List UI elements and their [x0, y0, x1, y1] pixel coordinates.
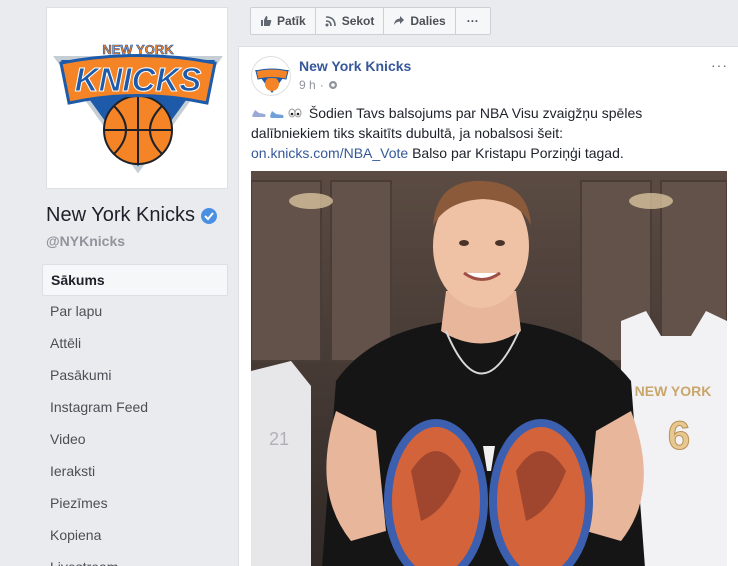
post-author-avatar[interactable] [251, 56, 291, 96]
nav-item-livestream[interactable]: Livestream [42, 552, 228, 566]
logo-top-text: NEW YORK [102, 42, 174, 57]
rss-follow-icon [325, 16, 336, 27]
thumbs-up-icon [261, 16, 272, 26]
follow-button[interactable]: Sekot [314, 7, 385, 35]
emoji-sneaker-icon [251, 105, 267, 119]
page-profile-picture[interactable]: NEW YORK KNICKS [46, 7, 228, 189]
right-jersey-number: 6 [668, 414, 690, 458]
vote-link[interactable]: on.knicks.com/NBA_Vote [251, 145, 408, 161]
more-actions-button[interactable]: ··· [454, 7, 491, 35]
nav-item-photos[interactable]: Attēli [42, 328, 228, 360]
like-button-label: Patīk [277, 14, 306, 28]
post-timestamp[interactable]: 9 h [299, 78, 316, 92]
nav-item-posts[interactable]: Ieraksti [42, 456, 228, 488]
post-timestamp-row: 9 h · [299, 78, 338, 92]
locker-room-photo: 21 NEW YORK 6 [251, 171, 727, 566]
globe-icon [328, 81, 337, 89]
left-jersey-number: 21 [269, 429, 289, 449]
share-button[interactable]: Dalies [383, 7, 456, 35]
separator-dot: · [319, 78, 324, 92]
post-text-main: Šodien Tavs balsojums par NBA Visu zvaig… [251, 105, 643, 141]
page-nav: Sākums Par lapu Attēli Pasākumi Instagra… [42, 264, 228, 566]
logo-main-text: KNICKS [75, 61, 202, 98]
nav-item-home[interactable]: Sākums [42, 264, 228, 296]
post-photo[interactable]: 21 NEW YORK 6 [251, 171, 727, 566]
page-title[interactable]: New York Knicks [46, 204, 195, 227]
page-title-row: New York Knicks [46, 204, 217, 227]
post-text: Šodien Tavs balsojums par NBA Visu zvaig… [251, 103, 721, 163]
post-text-after: Balso par Kristapu Porziņģi tagad. [408, 145, 624, 161]
nav-item-videos[interactable]: Video [42, 424, 228, 456]
post-options-button[interactable]: ··· [711, 57, 728, 73]
nav-item-events[interactable]: Pasākumi [42, 360, 228, 392]
page-handle[interactable]: @NYKnicks [46, 233, 125, 249]
page-action-bar: Patīk Sekot Dalies ··· [250, 7, 491, 35]
post-card: New York Knicks 9 h · ··· Šodien Tavs ba… [238, 46, 738, 566]
verified-badge-icon [200, 207, 217, 224]
knicks-avatar-logo [255, 68, 289, 93]
more-dots-icon: ··· [466, 14, 479, 28]
main-column: Patīk Sekot Dalies ··· New York Knicks 9… [238, 0, 738, 566]
follow-button-label: Sekot [341, 14, 375, 28]
right-jersey-text: NEW YORK [635, 383, 712, 399]
post-author-name[interactable]: New York Knicks [299, 58, 411, 74]
left-column: NEW YORK KNICKS New York Knicks @NYKnick… [0, 0, 238, 566]
share-arrow-icon [394, 16, 405, 25]
knicks-logo: NEW YORK KNICKS [53, 42, 223, 174]
like-button[interactable]: Patīk [250, 7, 316, 35]
share-button-label: Dalies [410, 14, 446, 28]
nav-item-instagram-feed[interactable]: Instagram Feed [42, 392, 228, 424]
emoji-shoe-icon [269, 105, 285, 119]
nav-item-community[interactable]: Kopiena [42, 520, 228, 552]
nav-item-notes[interactable]: Piezīmes [42, 488, 228, 520]
emoji-eyes-icon [287, 105, 303, 119]
nav-item-about[interactable]: Par lapu [42, 296, 228, 328]
